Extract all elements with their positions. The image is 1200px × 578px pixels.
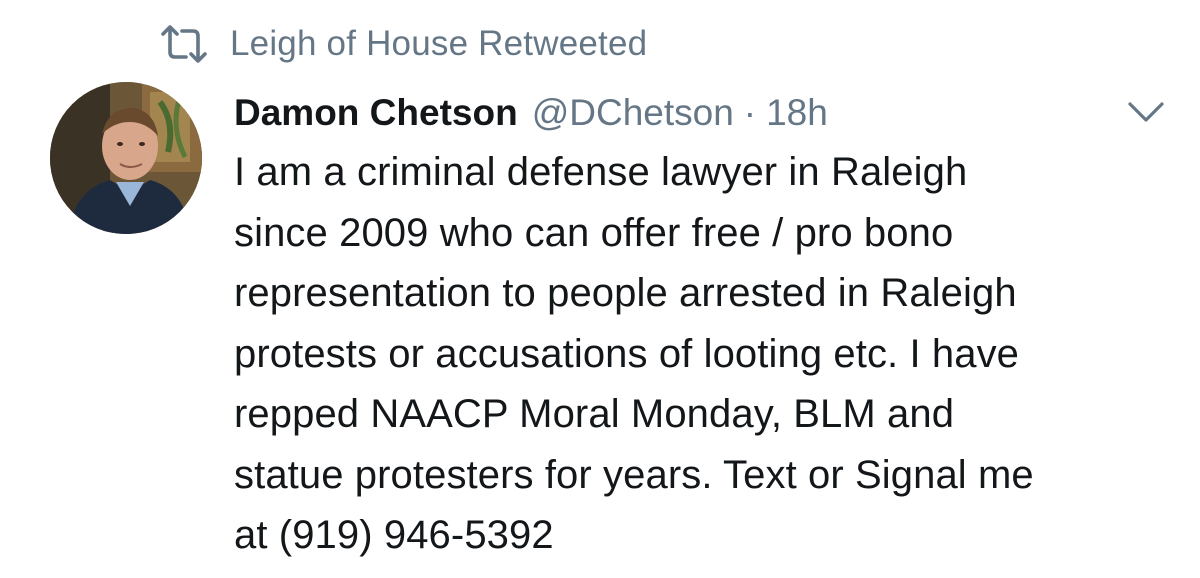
tweet-text-line: at (919) 946-5392: [234, 513, 554, 557]
timestamp[interactable]: 18h: [766, 84, 828, 142]
tweet-text: I am a criminal defense lawyer in Raleig…: [234, 142, 1174, 566]
separator: ·: [743, 92, 757, 133]
retweet-context[interactable]: Leigh of House Retweeted: [160, 22, 647, 66]
tweet-header: Damon Chetson @DChetson · 18h: [234, 84, 1174, 142]
tweet-text-line: I am a criminal defense lawyer in Raleig…: [234, 150, 968, 194]
retweet-label: Leigh of House Retweeted: [230, 24, 648, 63]
tweet-text-line: repped NAACP Moral Monday, BLM and: [234, 392, 955, 436]
display-name[interactable]: Damon Chetson: [234, 84, 518, 142]
chevron-down-icon[interactable]: [1124, 96, 1168, 128]
tweet-text-line: representation to people arrested in Ral…: [234, 271, 1017, 315]
retweet-icon: [160, 24, 208, 64]
tweet[interactable]: Damon Chetson @DChetson · 18h I am a cri…: [234, 84, 1174, 566]
tweet-text-line: statue protesters for years. Text or Sig…: [234, 452, 1034, 497]
tweet-text-line: protests or accusations of looting etc. …: [234, 331, 1020, 376]
avatar[interactable]: [50, 82, 202, 234]
tweet-text-line: since 2009 who can offer free / pro bono: [234, 210, 954, 255]
user-handle[interactable]: @DChetson: [532, 84, 734, 142]
avatar-image: [50, 82, 202, 234]
